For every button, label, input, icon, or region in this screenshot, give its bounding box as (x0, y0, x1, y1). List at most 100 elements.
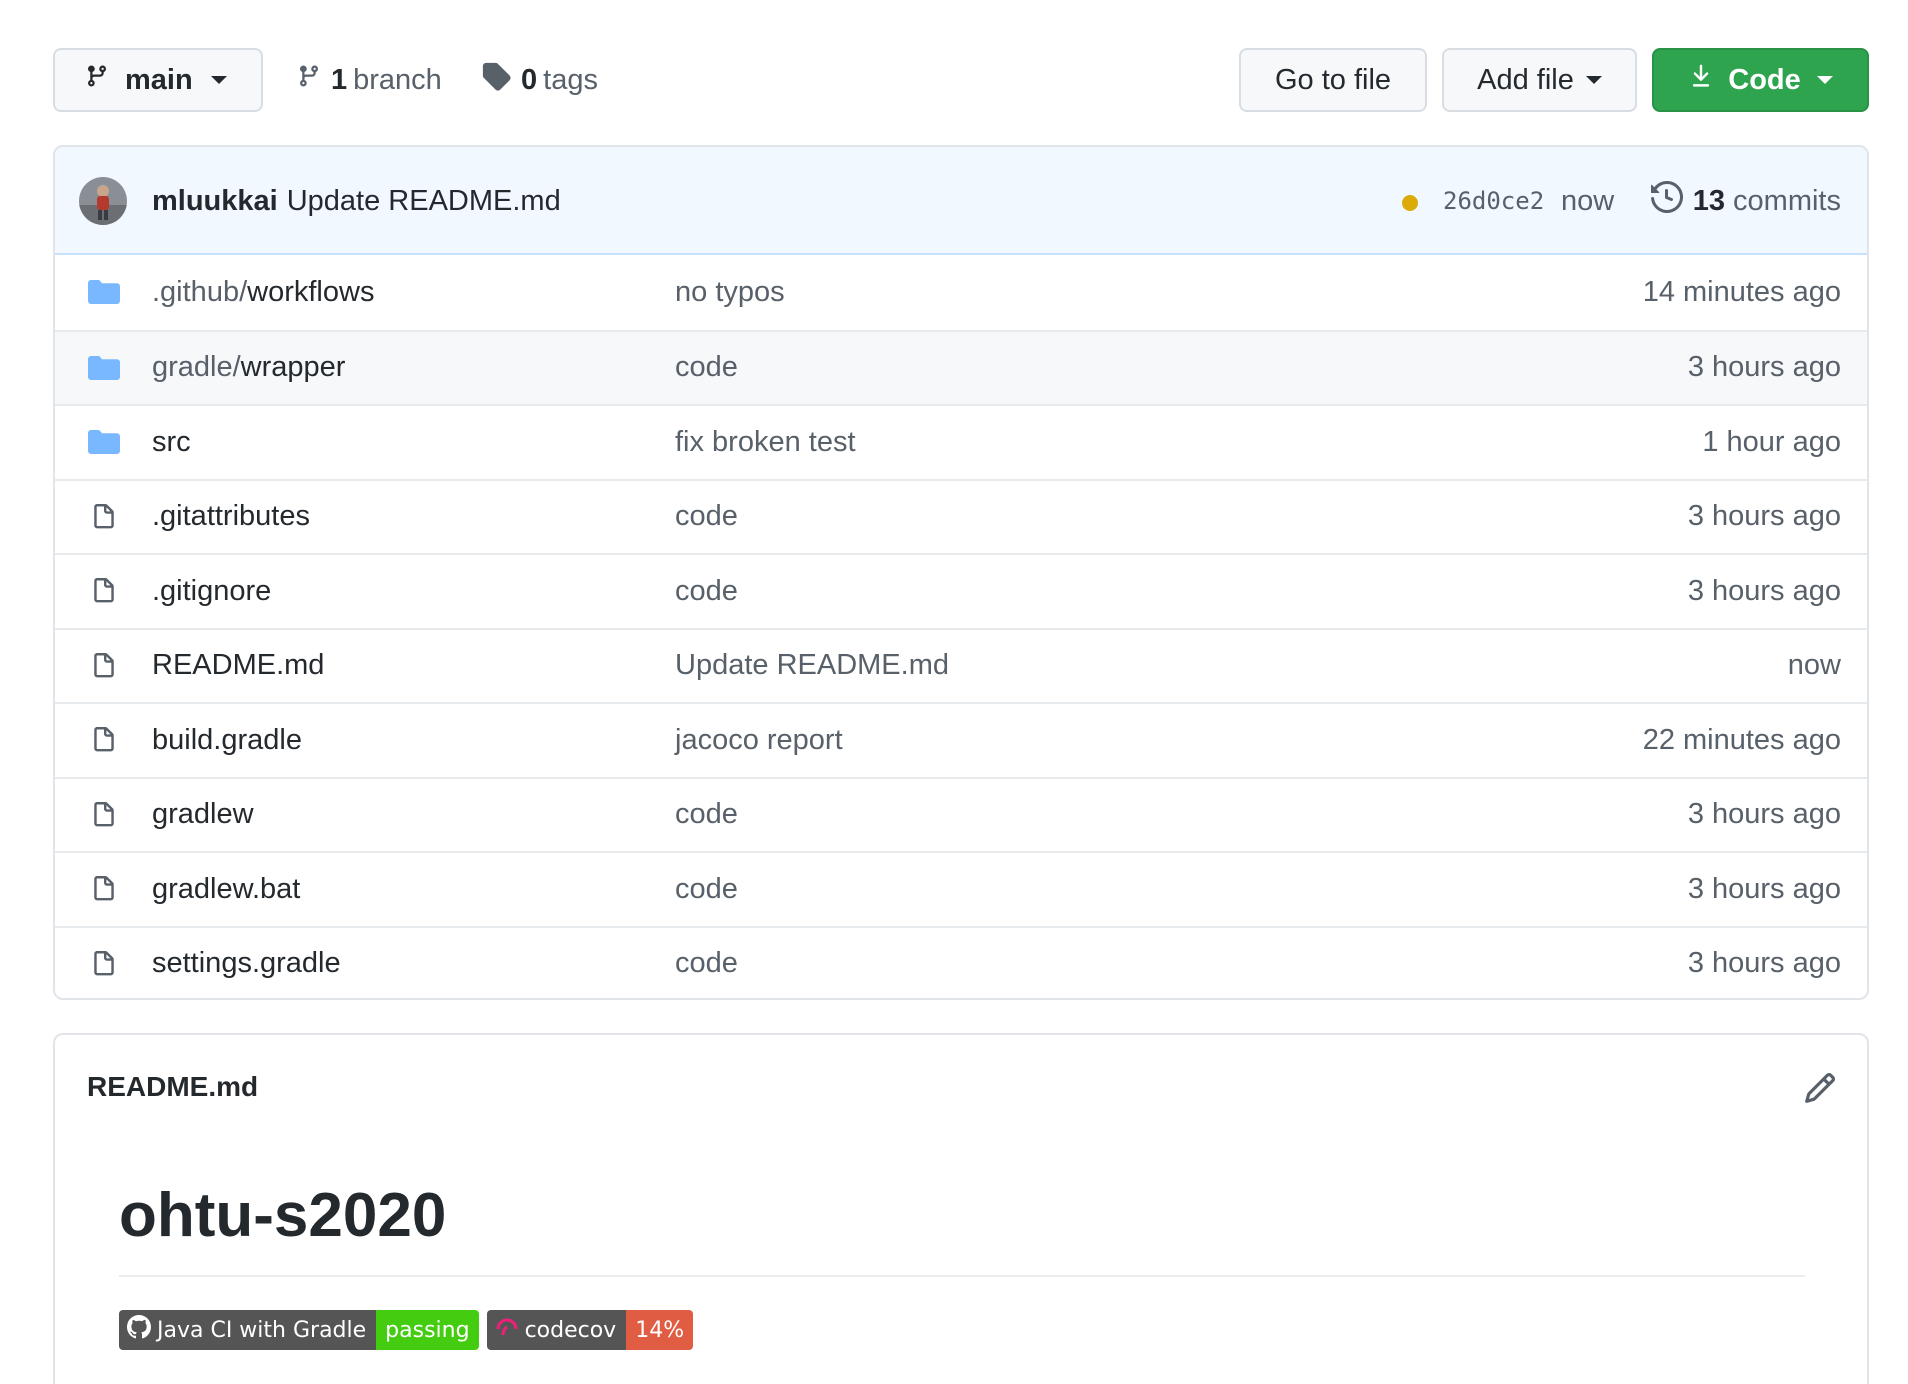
commit-summary: mluukkai Update README.md (152, 147, 561, 255)
folder-icon (87, 275, 121, 309)
latest-commit-bar: mluukkai Update README.md 26d0ce2 now 13… (55, 147, 1867, 255)
github-icon (127, 1315, 157, 1345)
file-name-link[interactable]: .github/workflows (152, 276, 374, 309)
codecov-badge-label: codecov (524, 1317, 617, 1343)
branch-word: branch (353, 63, 442, 96)
file-name-link[interactable]: gradlew.bat (152, 873, 300, 906)
file-icon (87, 649, 121, 683)
ci-badge[interactable]: Java CI with Gradle passing (119, 1310, 479, 1350)
file-name: src (152, 425, 191, 458)
file-icon (87, 947, 121, 981)
file-name-link[interactable]: build.gradle (152, 724, 302, 757)
codecov-badge[interactable]: codecov 14% (486, 1310, 694, 1350)
commit-time: now (1561, 184, 1615, 217)
tags-link[interactable]: 0 tags (481, 48, 598, 112)
readme-panel: README.md ohtu-s2020 Java CI with Gradle… (53, 1033, 1869, 1384)
chevron-down-icon (1816, 76, 1833, 84)
file-commit-message[interactable]: no typos (675, 276, 785, 309)
codecov-icon (495, 1315, 525, 1345)
file-row[interactable]: build.gradle jacoco report 22 minutes ago (55, 702, 1867, 777)
file-name: build.gradle (152, 723, 302, 756)
tag-count: 0 (521, 63, 538, 96)
folder-icon (87, 351, 121, 385)
commit-message[interactable]: Update README.md (287, 185, 561, 218)
codecov-badge-value: 14% (626, 1310, 694, 1350)
file-name: README.md (152, 649, 325, 682)
file-row[interactable]: gradle/wrapper code 3 hours ago (55, 329, 1867, 404)
commit-author[interactable]: mluukkai (152, 185, 278, 218)
file-name-link[interactable]: .gitattributes (152, 500, 310, 533)
file-commit-message[interactable]: code (675, 500, 738, 533)
commit-count: 13 (1692, 184, 1726, 217)
history-icon (1650, 180, 1683, 221)
branches-link[interactable]: 1 branch (297, 48, 442, 112)
file-row[interactable]: settings.gradle code 3 hours ago (55, 925, 1867, 999)
repo-page: main 1 branch 0 tags Go to file Add file (0, 0, 1908, 1384)
file-commit-age: 3 hours ago (1687, 574, 1841, 607)
download-icon (1688, 62, 1714, 98)
file-name-link[interactable]: settings.gradle (152, 947, 341, 980)
file-commit-age: 3 hours ago (1687, 500, 1841, 533)
readme-badges: Java CI with Gradle passing codecov 14% (119, 1310, 694, 1350)
tag-word: tags (543, 63, 598, 96)
folder-icon (87, 425, 121, 459)
file-commit-age: 3 hours ago (1687, 351, 1841, 384)
file-commit-message[interactable]: code (675, 873, 738, 906)
file-icon (87, 798, 121, 832)
branch-icon (297, 62, 321, 98)
file-name: .gitattributes (152, 500, 310, 533)
file-commit-age: 3 hours ago (1687, 872, 1841, 905)
file-name: gradlew.bat (152, 872, 301, 905)
file-row[interactable]: gradlew.bat code 3 hours ago (55, 851, 1867, 926)
file-name: .gitignore (152, 574, 272, 607)
go-to-file-button[interactable]: Go to file (1239, 48, 1427, 112)
commit-sha[interactable]: 26d0ce2 (1443, 147, 1544, 255)
file-commit-message[interactable]: code (675, 351, 738, 384)
chevron-down-icon (210, 76, 227, 84)
file-commit-message[interactable]: code (675, 798, 738, 831)
file-icon (87, 723, 121, 757)
file-name-link[interactable]: gradlew (152, 798, 254, 831)
repo-toolbar: main 1 branch 0 tags Go to file Add file (53, 48, 1869, 112)
author-avatar[interactable] (79, 177, 127, 225)
readme-filename[interactable]: README.md (87, 1071, 258, 1103)
file-icon (87, 500, 121, 534)
file-commit-message[interactable]: code (675, 575, 738, 608)
file-commit-message[interactable]: code (675, 947, 738, 980)
file-name: wrapper (240, 351, 346, 384)
add-file-button[interactable]: Add file (1442, 48, 1637, 112)
file-name-link[interactable]: gradle/wrapper (152, 351, 345, 384)
pencil-icon[interactable] (1803, 1071, 1837, 1105)
readme-heading: ohtu-s2020 (119, 1181, 447, 1250)
file-commit-message[interactable]: fix broken test (675, 426, 856, 459)
file-commit-age: 1 hour ago (1702, 425, 1841, 458)
file-row[interactable]: gradlew code 3 hours ago (55, 776, 1867, 852)
branch-select-label: main (125, 63, 193, 96)
file-row[interactable]: .gitattributes code 3 hours ago (55, 478, 1867, 554)
file-name-link[interactable]: README.md (152, 649, 324, 682)
file-name-link[interactable]: .gitignore (152, 575, 271, 608)
file-row[interactable]: .github/workflows no typos 14 minutes ago (55, 255, 1867, 330)
branch-select-button[interactable]: main (53, 48, 263, 112)
file-commit-message[interactable]: jacoco report (675, 724, 843, 757)
commit-word: commits (1733, 184, 1841, 217)
file-row[interactable]: README.md Update README.md now (55, 627, 1867, 703)
commit-history-link[interactable]: 13 commits (1650, 147, 1841, 255)
readme-divider (119, 1275, 1805, 1277)
ci-status-pending-icon[interactable] (1402, 195, 1418, 211)
file-commit-age: 3 hours ago (1687, 798, 1841, 831)
file-row[interactable]: src fix broken test 1 hour ago (55, 404, 1867, 479)
file-name: gradlew (152, 798, 254, 831)
tag-icon (481, 61, 511, 99)
code-button[interactable]: Code (1652, 48, 1869, 112)
branch-count: 1 (331, 63, 348, 96)
file-name: workflows (247, 275, 375, 308)
file-path-prefix: .github/ (152, 275, 248, 308)
file-row[interactable]: .gitignore code 3 hours ago (55, 553, 1867, 628)
file-commit-age: 3 hours ago (1687, 947, 1841, 980)
file-commit-message[interactable]: Update README.md (675, 649, 949, 682)
add-file-label: Add file (1477, 63, 1574, 96)
file-path-prefix: gradle/ (152, 351, 241, 384)
file-name-link[interactable]: src (152, 426, 191, 459)
code-label: Code (1728, 63, 1801, 96)
